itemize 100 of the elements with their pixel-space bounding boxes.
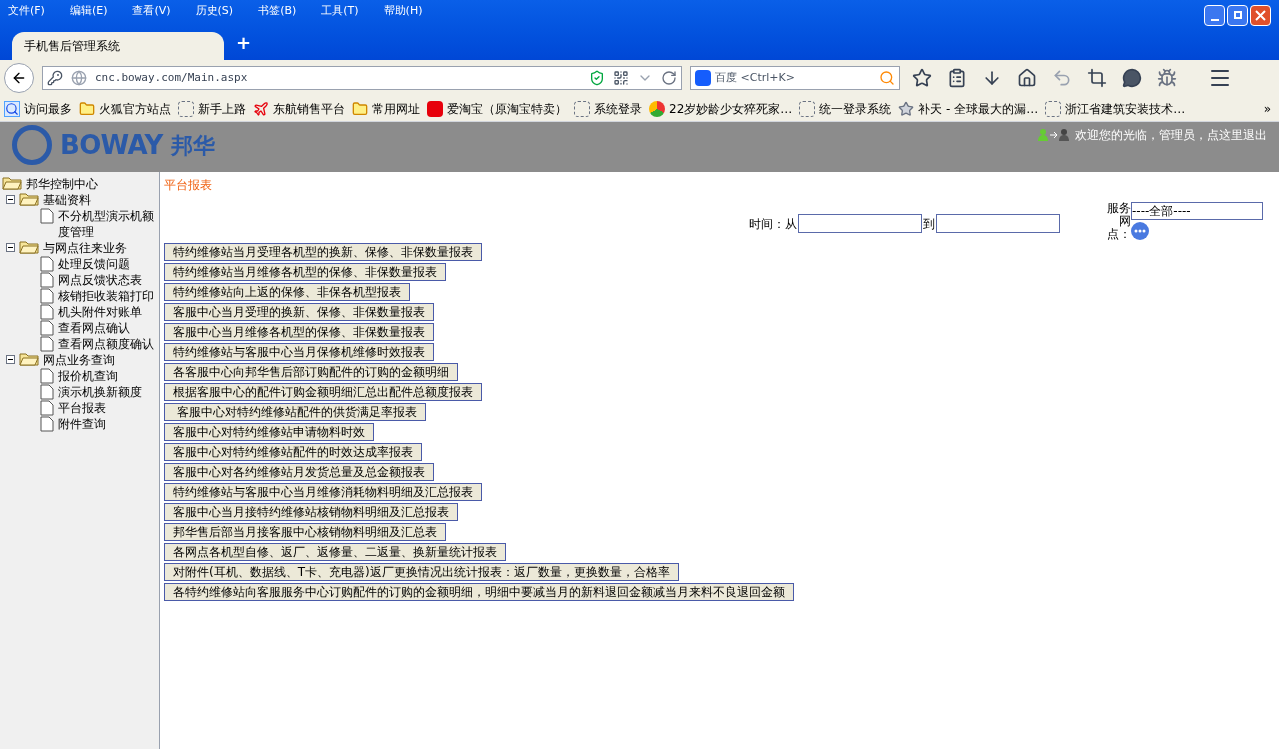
browser-tab[interactable]: 手机售后管理系统 (12, 32, 224, 60)
document-icon (40, 416, 54, 432)
tree-item[interactable]: 不分机型演示机额度管理 (58, 208, 159, 240)
report-button[interactable]: 对附件(耳机、数据线、T卡、充电器)返厂更换情况出统计报表：返厂数量，更换数量，合格率 (164, 563, 679, 581)
minimize-button[interactable] (1204, 4, 1225, 26)
bookmark-item[interactable]: 爱淘宝（原淘宝特卖） (427, 99, 567, 118)
company-logo: BOWAY 邦华 (12, 125, 215, 165)
document-icon (40, 288, 54, 304)
colorful-logo-icon (649, 100, 665, 117)
tree-item[interactable]: 基础资料 (43, 192, 91, 208)
menu-item[interactable]: 历史(S) (195, 2, 234, 20)
tree-item[interactable]: 附件查询 (58, 416, 106, 432)
report-button[interactable]: 邦华售后部当月接客服中心核销物料明细及汇总表 (164, 523, 446, 541)
shop-logo-icon (427, 100, 443, 117)
document-icon (40, 208, 54, 224)
tree-item[interactable]: 平台报表 (58, 400, 106, 416)
report-button[interactable]: 客服中心当月受理的换新、保修、非保数量报表 (164, 303, 434, 321)
crop-icon[interactable] (1087, 68, 1107, 88)
tree-item[interactable]: 核销拒收装箱打印 (58, 288, 154, 304)
address-bar[interactable]: cnc.boway.com/Main.aspx (42, 66, 682, 90)
reload-icon[interactable] (661, 70, 677, 86)
document-icon (40, 384, 54, 400)
report-button[interactable]: 各网点各机型自修、返厂、返修量、二返量、换新量统计报表 (164, 543, 506, 561)
bookmark-item[interactable]: 火狐官方站点 (79, 99, 171, 118)
chat-icon[interactable] (1122, 68, 1142, 88)
report-button[interactable]: 特约维修站当月受理各机型的换新、保修、非保数量报表 (164, 243, 482, 261)
restore-button[interactable] (1227, 4, 1248, 26)
blank-page-icon (178, 100, 194, 117)
bookmark-item[interactable]: 浙江省建筑安装技术… (1045, 99, 1186, 118)
collapse-toggle[interactable] (6, 243, 15, 252)
report-button[interactable]: 特约维修站当月维修各机型的保修、非保数量报表 (164, 263, 446, 281)
tree-item[interactable]: 网点业务查询 (43, 352, 115, 368)
report-button[interactable]: 客服中心对特约维修站配件的供货满足率报表 (164, 403, 426, 421)
search-bar[interactable]: 百度 <Ctrl+K> (690, 66, 900, 90)
report-button[interactable]: 根据客服中心的配件订购金额明细汇总出配件总额度报表 (164, 383, 482, 401)
report-button[interactable]: 特约维修站向上返的保修、非保各机型报表 (164, 283, 410, 301)
shield-check-icon (589, 70, 605, 86)
more-options-button[interactable] (1131, 222, 1149, 240)
outlet-field[interactable]: ----全部---- (1131, 202, 1263, 220)
bug-icon[interactable] (1157, 68, 1177, 88)
collapse-toggle[interactable] (6, 355, 15, 364)
breadcrumb-title: 平台报表 (164, 177, 213, 194)
report-button[interactable]: 客服中心对各约维修站月发货总量及总金额报表 (164, 463, 434, 481)
tree-item[interactable]: 处理反馈问题 (58, 256, 130, 272)
tree-item[interactable]: 网点反馈状态表 (58, 272, 142, 288)
back-button[interactable] (4, 63, 34, 93)
url-text: cnc.boway.com/Main.aspx (95, 69, 248, 86)
report-button[interactable]: 客服中心当月接特约维修站核销物料明细及汇总报表 (164, 503, 458, 521)
bookmark-star-icon[interactable] (912, 68, 932, 88)
bookmark-item[interactable]: 新手上路 (178, 99, 246, 118)
menu-item[interactable]: 查看(V) (132, 2, 171, 20)
clipboard-icon[interactable] (947, 68, 967, 88)
document-icon (40, 336, 54, 352)
tree-item[interactable]: 演示机换新额度 (58, 384, 142, 400)
start-date-field[interactable] (798, 214, 922, 233)
search-field[interactable]: 百度 <Ctrl+K> (715, 69, 875, 87)
report-button[interactable]: 客服中心对特约维修站申请物料时效 (164, 423, 374, 441)
document-icon (40, 320, 54, 336)
search-folder-icon (4, 100, 20, 117)
menu-item[interactable]: 编辑(E) (69, 2, 108, 20)
report-button[interactable]: 客服中心当月维修各机型的保修、非保数量报表 (164, 323, 434, 341)
document-icon (40, 304, 54, 320)
tree-item[interactable]: 与网点往来业务 (43, 240, 127, 256)
report-button[interactable]: 各特约维修站向客服服务中心订购配件的订购的金额明细，明细中要减当月的新料退回金额减当月来料不良退回金额 (164, 583, 794, 601)
collapse-toggle[interactable] (6, 195, 15, 204)
folder-icon (19, 240, 39, 254)
report-button[interactable]: 各客服中心向邦华售后部订购配件的订购的金额明细 (164, 363, 458, 381)
tree-item[interactable]: 邦华控制中心 (26, 176, 98, 192)
tree-item[interactable]: 查看网点确认 (58, 320, 130, 336)
end-date-field[interactable] (936, 214, 1060, 233)
bookmark-item[interactable]: 东航销售平台 (253, 99, 345, 118)
bookmark-item[interactable]: 22岁妙龄少女猝死家… (649, 99, 793, 118)
outlet-label: 服务网点： (1106, 202, 1131, 241)
to-label: 到 (923, 215, 935, 233)
document-icon (40, 400, 54, 416)
blank-page-icon (799, 100, 816, 117)
tree-item[interactable]: 查看网点额度确认 (58, 336, 154, 352)
menu-item[interactable]: 书签(B) (258, 2, 297, 20)
report-button[interactable]: 特约维修站与客服中心当月保修机维修时效报表 (164, 343, 434, 361)
document-icon (40, 256, 54, 272)
bookmark-item[interactable]: 常用网址 (352, 99, 420, 118)
report-button[interactable]: 客服中心对特约维修站配件的时效达成率报表 (164, 443, 422, 461)
search-icon (879, 70, 895, 86)
close-icon (1255, 9, 1266, 21)
menu-item[interactable]: 文件(F) (8, 2, 45, 20)
bookmark-item[interactable]: 统一登录系统 (799, 99, 892, 118)
bookmark-item[interactable]: 系统登录 (574, 99, 642, 118)
tree-item[interactable]: 报价机查询 (58, 368, 118, 384)
qr-code-icon (613, 70, 629, 86)
menu-item[interactable]: 帮助(H) (383, 2, 423, 20)
bookmark-item[interactable]: 补天 - 全球最大的漏… (898, 99, 1039, 118)
tree-item[interactable]: 机头附件对账单 (58, 304, 142, 320)
more-bookmarks-button[interactable]: » (1263, 99, 1275, 118)
home-icon[interactable] (1017, 68, 1037, 88)
document-icon (40, 368, 54, 384)
bookmark-item[interactable]: 访问最多 (4, 99, 72, 118)
new-tab-button[interactable]: + (236, 29, 252, 56)
report-button[interactable]: 特约维修站与客服中心当月维修消耗物料明细及汇总报表 (164, 483, 482, 501)
close-button[interactable] (1250, 4, 1271, 26)
menu-item[interactable]: 工具(T) (321, 2, 359, 20)
